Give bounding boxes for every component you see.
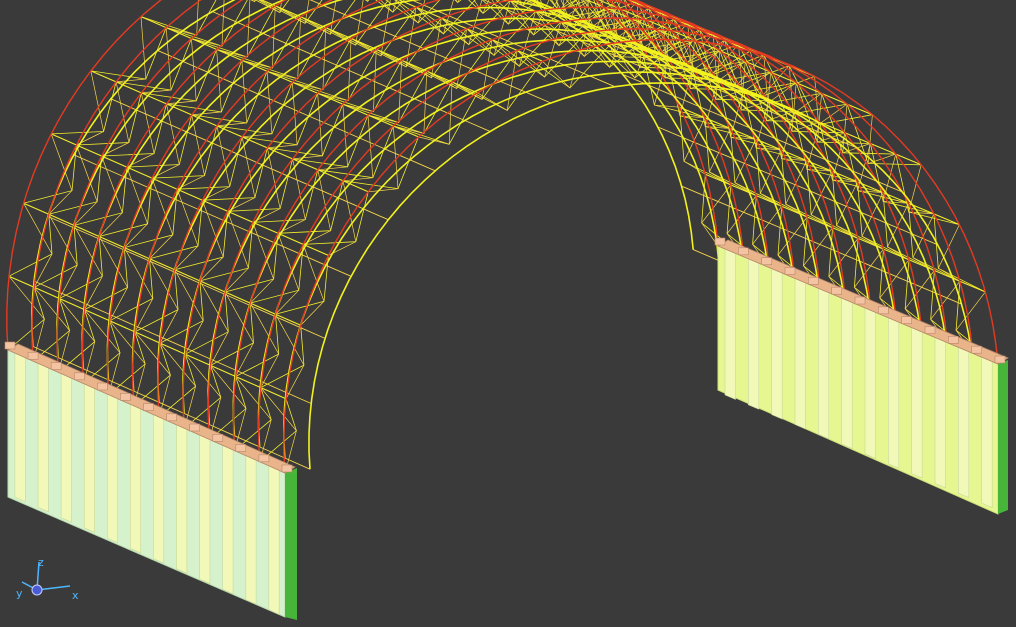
left-wall-bearing-12	[281, 464, 293, 473]
left-wall-pillar-5	[130, 403, 141, 554]
left-wall-pillar-0	[14, 352, 26, 503]
right-wall-bearing-8	[901, 316, 913, 325]
right-wall-bearing-2	[761, 257, 773, 266]
right-wall-pillar-9	[934, 336, 946, 489]
right-wall-bearing-6	[854, 296, 866, 305]
right-wall-bearing-12	[994, 355, 1006, 364]
right-wall-pillar-3	[794, 277, 806, 430]
right-wall-pillar-2	[771, 268, 783, 420]
left-wall-pillar-3	[83, 383, 95, 533]
left-wall-pillar-7	[176, 424, 188, 574]
left-wall-bearing-9	[212, 433, 224, 442]
left-wall-bearing-2	[50, 362, 62, 370]
left-wall-bearing-6	[143, 403, 154, 411]
right-wall-bearing-9	[924, 326, 936, 334]
right-wall-bearing-1	[737, 247, 749, 256]
right-wall-pillar-1	[747, 258, 760, 410]
right-wall-pillar-4	[817, 287, 830, 440]
right-wall-pillar-0	[724, 248, 736, 400]
left-wall-end-face	[285, 468, 297, 620]
left-wall-bearing-11	[258, 454, 270, 463]
left-wall-bearing-3	[74, 372, 85, 381]
right-wall-bearing-10	[947, 335, 959, 344]
right-wall-bearing-0	[714, 237, 726, 246]
right-wall-pillar-6	[864, 307, 876, 459]
left-wall-pillar-6	[153, 414, 165, 564]
right-wall-pillar-8	[911, 327, 923, 479]
left-wall-pillar-1	[37, 362, 49, 513]
3d-model-viewport[interactable]: x y z	[0, 0, 1016, 627]
right-wall-pillar-5	[841, 297, 853, 449]
left-wall-bearing-8	[189, 423, 200, 432]
axis-label-x: x	[72, 589, 79, 602]
left-wall-pillar-11	[268, 465, 280, 615]
left-wall-pillar-4	[107, 393, 118, 544]
right-wall-pillar-10	[957, 346, 970, 499]
left-wall-pillar-9	[222, 444, 234, 595]
left-wall-pillar-2	[60, 373, 72, 523]
left-wall-pillar-8	[199, 434, 211, 585]
right-wall-end-face	[998, 360, 1008, 514]
right-wall-bearing-7	[877, 306, 889, 315]
left-wall-bearing-7	[166, 413, 177, 422]
left-wall-bearing-0	[4, 341, 16, 350]
left-wall-bearing-4	[97, 382, 108, 391]
left-wall-bearing-1	[27, 351, 39, 360]
axis-origin-sphere	[31, 584, 43, 596]
right-wall-pillar-7	[887, 317, 900, 469]
left-wall-pillar-10	[245, 455, 257, 605]
left-wall-bearing-10	[235, 444, 247, 452]
right-wall-bearing-3	[784, 267, 796, 275]
axis-label-z: z	[38, 556, 44, 569]
right-wall-pillar-11	[981, 356, 993, 508]
right-wall-bearing-4	[807, 276, 819, 285]
axis-label-y: y	[16, 587, 23, 600]
right-wall-bearing-11	[971, 345, 983, 354]
left-wall-bearing-5	[120, 392, 131, 401]
right-wall-bearing-5	[831, 286, 843, 295]
